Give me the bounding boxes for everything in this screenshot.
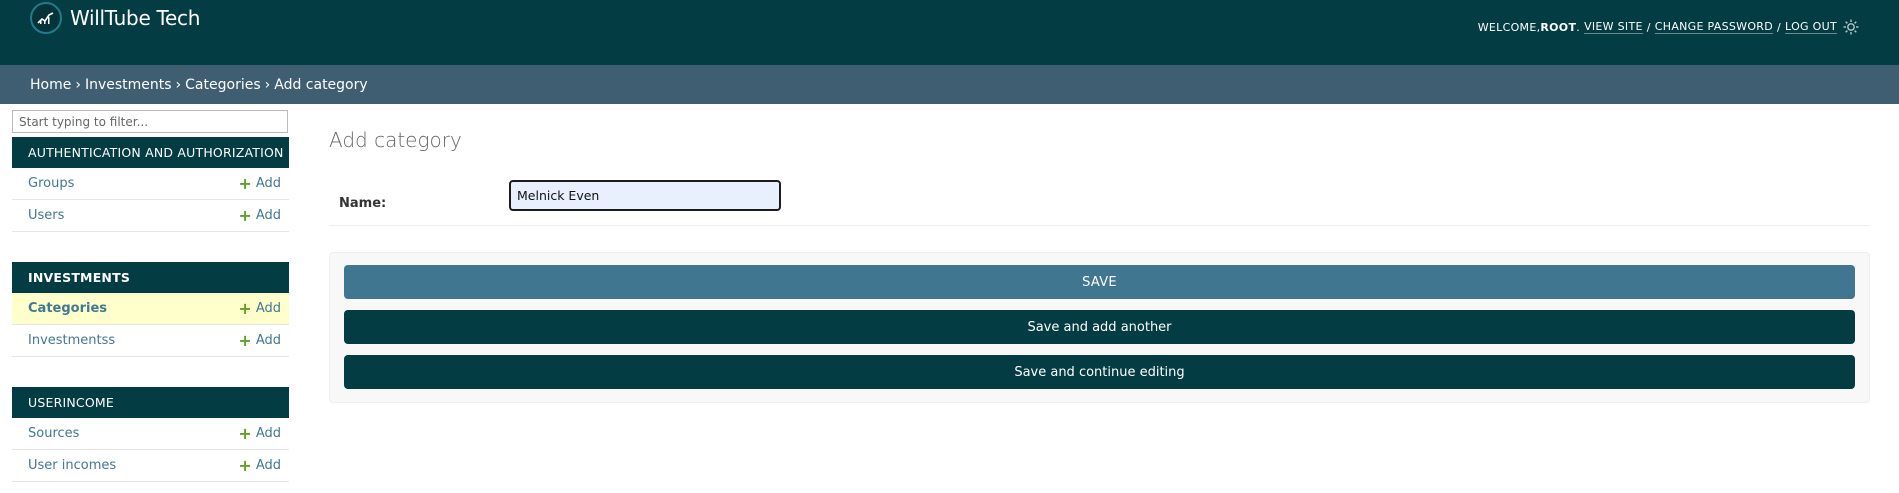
welcome-text: WELCOME, xyxy=(1477,20,1541,34)
add-label: Add xyxy=(255,176,281,191)
welcome-period: . xyxy=(1576,20,1581,34)
add-user-income-link[interactable]: + Add xyxy=(238,455,281,475)
plus-icon: + xyxy=(238,330,252,350)
name-field[interactable] xyxy=(509,180,781,211)
sidebar-item-sources: Sources + Add xyxy=(12,418,289,450)
separator: / xyxy=(1646,20,1651,34)
site-header: WillTube Tech WELCOME, ROOT . View site … xyxy=(0,0,1899,65)
sidebar-item-categories: Categories + Add xyxy=(12,293,289,325)
add-group-link[interactable]: + Add xyxy=(238,173,281,193)
add-label: Add xyxy=(255,301,281,316)
module-header[interactable]: Investments xyxy=(12,262,289,293)
add-investment-link[interactable]: + Add xyxy=(238,330,281,350)
breadcrumb-arrow: › xyxy=(264,76,271,93)
add-user-link[interactable]: + Add xyxy=(238,205,281,225)
theme-toggle-button[interactable] xyxy=(1841,17,1861,37)
breadcrumb-investments[interactable]: Investments xyxy=(85,77,172,93)
module-userincome: Userincome Sources + Add User incomes + Ad… xyxy=(12,387,289,482)
breadcrumb-current: Add category xyxy=(274,76,368,93)
site-brand[interactable]: WillTube Tech xyxy=(30,2,200,34)
categories-link[interactable]: Categories xyxy=(28,301,107,316)
save-and-continue-button[interactable]: Save and continue editing xyxy=(344,355,1855,389)
sidebar-item-investmentss: Investmentss + Add xyxy=(12,325,289,357)
change-password-link[interactable]: Change password xyxy=(1654,20,1774,34)
add-category-link[interactable]: + Add xyxy=(238,298,281,318)
username: ROOT xyxy=(1540,20,1577,34)
site-logo xyxy=(30,2,62,34)
add-label: Add xyxy=(255,333,281,348)
add-source-link[interactable]: + Add xyxy=(238,423,281,443)
plus-icon: + xyxy=(238,298,252,318)
log-out-link[interactable]: Log out xyxy=(1785,20,1837,34)
sidebar-item-groups: Groups + Add xyxy=(12,168,289,200)
plus-icon: + xyxy=(238,455,252,475)
sun-icon xyxy=(1843,19,1859,35)
page-title: Add category xyxy=(329,128,462,152)
save-and-add-another-button[interactable]: Save and add another xyxy=(344,310,1855,344)
view-site-link[interactable]: View site xyxy=(1584,20,1643,34)
module-header[interactable]: Userincome xyxy=(12,387,289,418)
groups-link[interactable]: Groups xyxy=(28,176,74,191)
nav-sidebar: Authentication and Authorization Groups … xyxy=(12,110,289,482)
add-label: Add xyxy=(255,208,281,223)
breadcrumb-arrow: › xyxy=(75,76,81,93)
investmentss-link[interactable]: Investmentss xyxy=(28,333,115,348)
module-authentication: Authentication and Authorization Groups … xyxy=(12,137,289,232)
plus-icon: + xyxy=(238,205,252,225)
breadcrumb: Home › Investments › Categories › Add ca… xyxy=(0,65,1899,104)
sources-link[interactable]: Sources xyxy=(28,426,79,441)
save-button[interactable]: Save xyxy=(344,265,1855,299)
add-label: Add xyxy=(255,426,281,441)
module-investments: Investments Categories + Add Investmentss… xyxy=(12,262,289,357)
breadcrumb-categories[interactable]: Categories xyxy=(185,77,260,93)
plus-icon: + xyxy=(238,173,252,193)
user-incomes-link[interactable]: User incomes xyxy=(28,458,116,473)
user-tools: WELCOME, ROOT . View site / Change passw… xyxy=(1478,20,1837,34)
plus-icon: + xyxy=(238,423,252,443)
separator: / xyxy=(1777,20,1782,34)
name-label: Name: xyxy=(339,196,387,211)
breadcrumb-arrow: › xyxy=(175,76,182,93)
nav-filter-input[interactable] xyxy=(12,110,288,133)
module-header[interactable]: Authentication and Authorization xyxy=(12,137,289,168)
breadcrumb-home[interactable]: Home xyxy=(30,77,71,93)
sidebar-item-user-incomes: User incomes + Add xyxy=(12,450,289,482)
submit-row: Save Save and add another Save and conti… xyxy=(329,252,1870,403)
users-link[interactable]: Users xyxy=(28,208,64,223)
add-label: Add xyxy=(255,458,281,473)
sidebar-item-users: Users + Add xyxy=(12,200,289,232)
site-name[interactable]: WillTube Tech xyxy=(70,6,200,30)
